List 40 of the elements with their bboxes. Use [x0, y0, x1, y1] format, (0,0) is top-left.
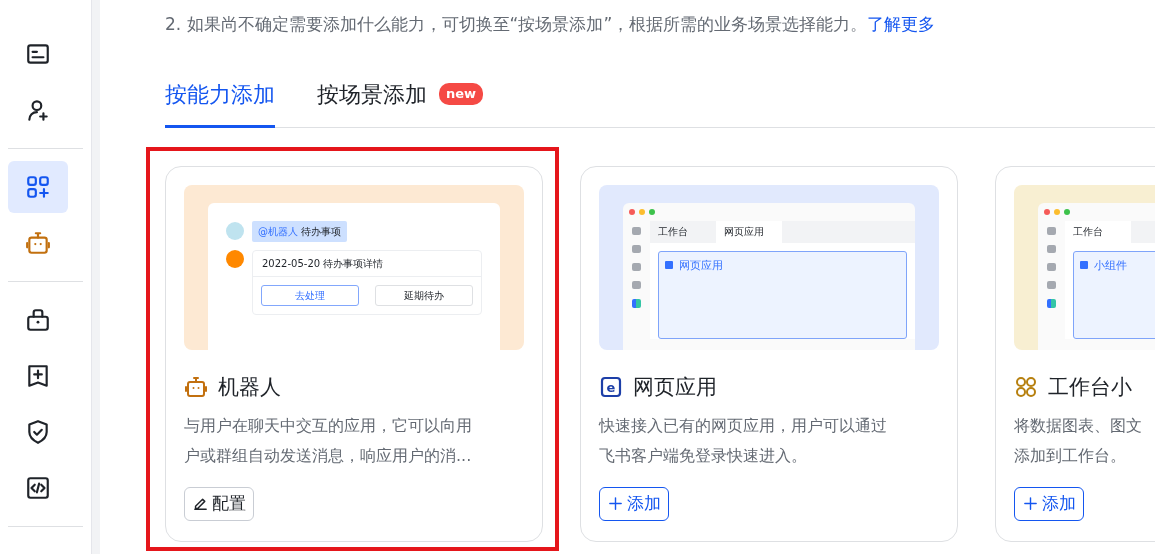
message-bubble: @机器人 待办事项 [252, 220, 348, 242]
robot-icon [25, 230, 51, 256]
tab-label: 工作台 [1065, 220, 1131, 243]
panel-title: 网页应用 [679, 257, 723, 274]
card-title: 机器人 [218, 373, 281, 401]
code-icon [25, 475, 51, 501]
configure-button[interactable]: 配置 [184, 487, 254, 521]
bookmark-add-icon [25, 363, 51, 389]
square-icon [1080, 260, 1088, 269]
avatar [226, 222, 244, 240]
card-description: 快速接入已有的网页应用，用户可以通过 飞书客户端免登录快速进入。 [599, 415, 888, 467]
add-button[interactable]: 添加 [599, 487, 669, 521]
card-description: 与用户在聊天中交互的应用，它可以向用 户或群组自动发送消息，响应用户的消... [184, 415, 473, 467]
intro-text: 2. 如果尚不确定需要添加什么能力，可切换至“按场景添加”，根据所需的业务场景选择能力。了解更多 [165, 13, 937, 36]
card-title: 工作台小 [1048, 373, 1132, 401]
user-add-icon [25, 97, 51, 123]
window-controls-icon [1044, 208, 1070, 215]
card-title: 网页应用 [633, 373, 717, 401]
plus-icon [607, 495, 624, 513]
tab-label: 网页应用 [716, 220, 782, 243]
new-badge: new [439, 83, 484, 105]
tab-label: 工作台 [657, 224, 689, 239]
widget-icon [1014, 375, 1038, 400]
learn-more-link[interactable]: 了解更多 [867, 14, 936, 34]
apps-add-icon [25, 174, 51, 200]
plus-icon [1022, 495, 1039, 513]
window-controls-icon [629, 208, 655, 215]
add-button[interactable]: 添加 [1014, 487, 1084, 521]
tab[interactable]: 按场景添加 new [317, 71, 484, 128]
shield-check-icon [25, 419, 51, 445]
card-title: 2022-05-20 待办事项详情 [253, 250, 481, 277]
card-description: 将数据图表、图文 添加到工作台。 [1014, 415, 1143, 467]
tab[interactable]: 按能力添加 [165, 71, 275, 128]
bot-avatar [226, 249, 244, 268]
list-box-icon [25, 41, 51, 67]
robot-icon [184, 375, 208, 400]
web-app-icon: e [599, 375, 623, 400]
panel-title: 小组件 [1094, 257, 1127, 274]
toolbox-icon [25, 307, 51, 333]
square-icon [665, 260, 673, 269]
